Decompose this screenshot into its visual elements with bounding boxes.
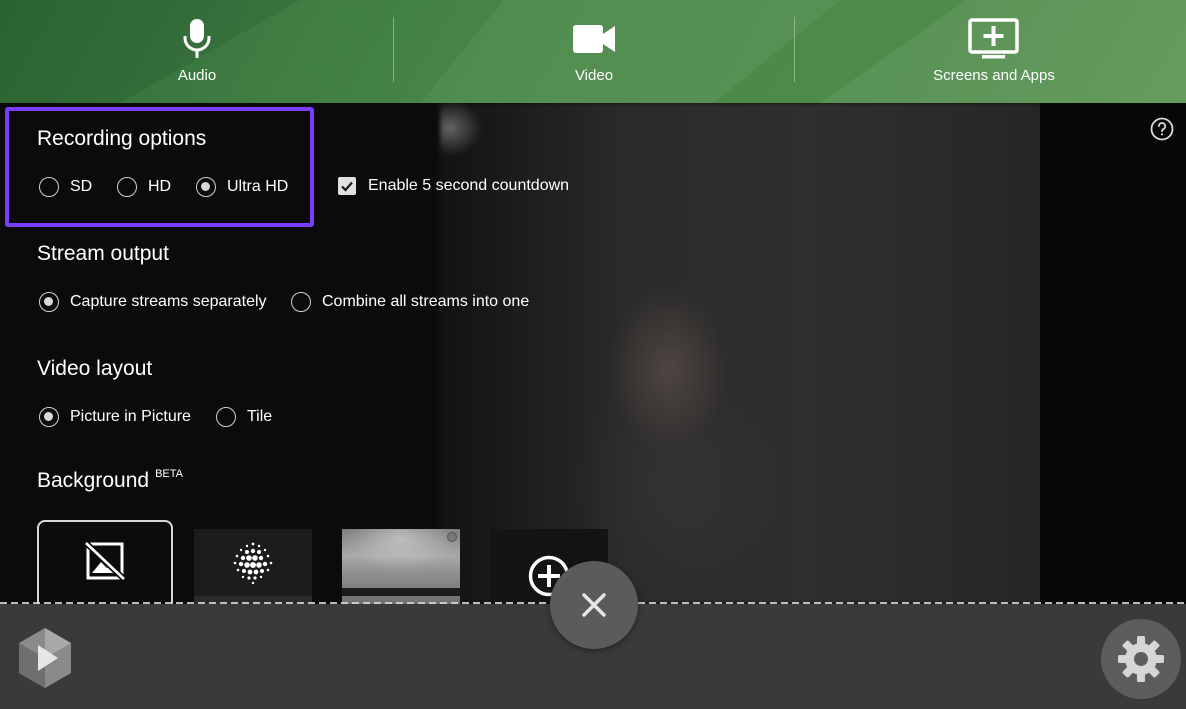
screens-label: Screens and Apps [933,67,1055,84]
background-none-option[interactable] [37,520,173,604]
stream-output-title: Stream output [37,242,169,265]
settings-button[interactable] [1101,619,1181,699]
background-label: Background [37,469,150,492]
radio-label: SD [70,178,93,195]
recording-options-title: Recording options [37,127,207,150]
radio-indicator [39,177,59,197]
radio-indicator [117,177,137,197]
gear-icon [1118,636,1164,682]
background-blur-option[interactable] [194,529,312,604]
radio-indicator [39,407,59,427]
close-button[interactable] [550,561,638,649]
radio-indicator [291,292,311,312]
audio-source-button[interactable]: Audio [0,0,394,103]
camera-preview-edge [1040,103,1186,604]
microphone-icon [180,17,214,61]
audio-label: Audio [177,67,217,84]
source-bar: Audio Video Screens and Apps [0,0,1186,103]
radio-indicator [216,407,236,427]
radio-label: Ultra HD [227,178,289,195]
quality-sd-radio[interactable]: SD [39,177,92,197]
video-camera-icon [572,17,616,61]
video-source-button[interactable]: Video [394,0,794,103]
beta-badge: BETA [155,468,183,480]
check-icon [341,181,353,192]
no-image-icon [83,540,127,582]
quality-ultra-hd-radio[interactable]: Ultra HD [196,177,288,197]
blur-dots-icon [233,542,273,584]
tile-radio[interactable]: Tile [216,407,272,427]
radio-label: Combine all streams into one [322,293,530,310]
background-title: Background BETA [37,468,183,493]
capture-separately-radio[interactable]: Capture streams separately [39,292,267,312]
settings-panel: Recording options SD HD Ultra HD Enable … [0,103,1186,604]
radio-label: Capture streams separately [70,293,267,310]
radio-label: Tile [247,408,273,425]
remove-icon[interactable] [447,532,457,542]
screens-source-button[interactable]: Screens and Apps [794,0,1186,103]
combine-streams-radio[interactable]: Combine all streams into one [291,292,529,312]
video-label: Video [574,67,614,84]
recording-options-highlight [5,107,314,227]
radio-label: Picture in Picture [70,408,191,425]
close-icon [582,593,606,617]
radio-indicator [196,177,216,197]
monitor-plus-icon [968,17,1020,61]
background-room-option[interactable] [342,529,460,604]
countdown-checkbox[interactable]: Enable 5 second countdown [338,177,569,195]
quality-hd-radio[interactable]: HD [117,177,171,197]
panopto-logo [16,626,74,690]
thumbnail-strip [342,588,460,596]
video-layout-title: Video layout [37,357,153,380]
picture-in-picture-radio[interactable]: Picture in Picture [39,407,191,427]
radio-label: HD [148,178,172,195]
radio-indicator [39,292,59,312]
question-circle-icon[interactable] [1150,117,1174,141]
checkbox-indicator [338,177,356,195]
checkbox-label: Enable 5 second countdown [368,177,570,194]
